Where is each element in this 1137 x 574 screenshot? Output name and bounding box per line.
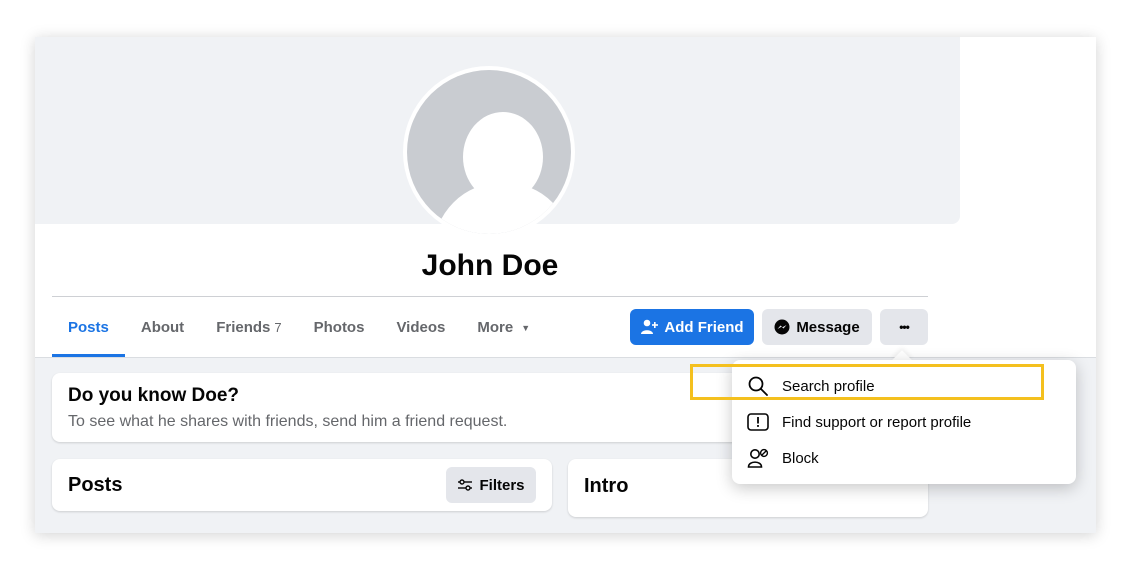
tab-label: More	[477, 319, 514, 336]
tab-posts[interactable]: Posts	[52, 300, 125, 357]
highlight-box	[690, 364, 1044, 400]
block-user-icon	[734, 448, 782, 468]
more-options-button[interactable]: •••	[880, 309, 928, 345]
add-friend-button[interactable]: Add Friend	[630, 309, 754, 345]
posts-card: Posts Filters	[52, 459, 552, 511]
messenger-icon	[774, 319, 790, 335]
know-card-title: Do you know Doe?	[68, 385, 239, 406]
report-icon	[734, 413, 782, 431]
profile-avatar[interactable]	[403, 66, 575, 238]
tab-label: Posts	[68, 318, 109, 336]
posts-card-title: Posts	[68, 474, 123, 496]
profile-name: John Doe	[421, 249, 559, 282]
tab-label: About	[140, 319, 185, 336]
friends-count: 7	[274, 320, 282, 335]
add-person-icon	[641, 319, 659, 334]
avatar-placeholder-icon	[407, 70, 571, 234]
menu-item-block[interactable]: Block	[732, 440, 1076, 476]
tab-friends[interactable]: Friends 7	[200, 300, 297, 355]
menu-item-report-profile[interactable]: Find support or report profile	[732, 404, 1076, 440]
menu-item-label: Block	[782, 449, 819, 467]
tab-label: Photos	[313, 319, 365, 336]
filters-button[interactable]: Filters	[446, 467, 536, 503]
tab-videos[interactable]: Videos	[380, 300, 461, 355]
tab-photos[interactable]: Photos	[298, 300, 381, 355]
caret-down-icon: ▼	[521, 322, 531, 333]
header-divider	[52, 296, 928, 297]
know-card-subtitle: To see what he shares with friends, send…	[68, 413, 508, 430]
menu-item-label: Find support or report profile	[782, 413, 972, 431]
profile-tabs: Posts About Friends 7 Photos Videos More ▼	[52, 300, 546, 357]
tab-label: Friends	[216, 319, 271, 336]
ellipsis-icon: •••	[899, 320, 910, 334]
filters-label: Filters	[479, 476, 525, 494]
tab-more[interactable]: More ▼	[461, 300, 546, 355]
tab-label: Videos	[396, 319, 446, 336]
message-button[interactable]: Message	[762, 309, 872, 345]
sliders-icon	[458, 479, 473, 491]
intro-card-title: Intro	[584, 475, 629, 497]
add-friend-label: Add Friend	[664, 318, 744, 336]
tab-about[interactable]: About	[125, 300, 200, 355]
profile-window: John Doe Posts About Friends 7 Photos Vid…	[35, 37, 1096, 533]
message-label: Message	[796, 318, 860, 336]
